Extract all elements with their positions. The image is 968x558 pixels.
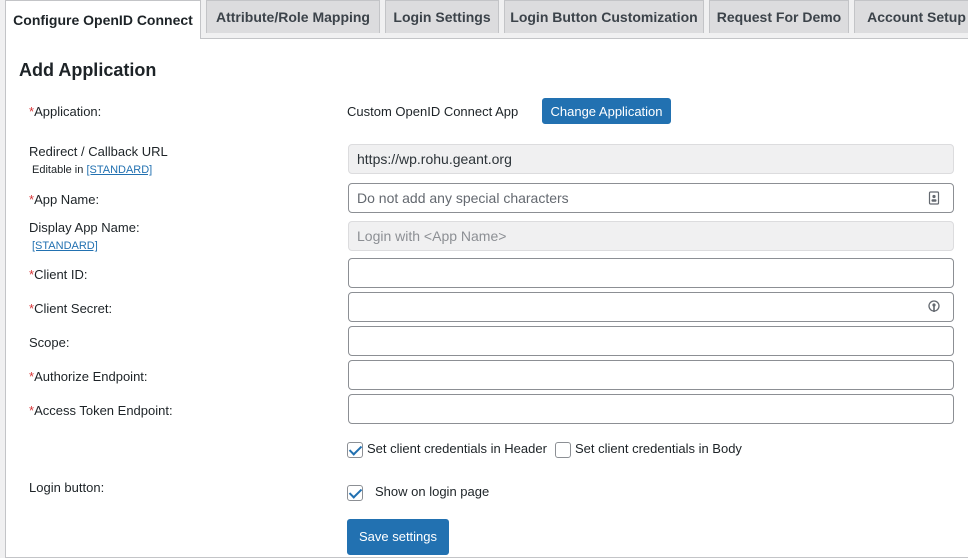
redirect-url-field: https://wp.rohu.geant.org — [348, 144, 954, 174]
credentials-body-checkbox[interactable] — [555, 442, 571, 458]
client-id-label: *Client ID: — [29, 267, 88, 282]
display-app-name-label: Display App Name: — [29, 220, 140, 235]
tab-configure-openid[interactable]: Configure OpenID Connect — [5, 0, 201, 39]
display-app-name-note: [STANDARD] — [32, 240, 98, 252]
client-id-input[interactable] — [348, 258, 954, 288]
change-application-button[interactable]: Change Application — [542, 98, 671, 124]
standard-link[interactable]: [STANDARD] — [32, 240, 98, 252]
tab-login-button-customization[interactable]: Login Button Customization — [504, 0, 704, 33]
access-token-endpoint-input[interactable] — [348, 394, 954, 424]
tab-bar: Configure OpenID Connect Attribute/Role … — [0, 0, 968, 39]
standard-link[interactable]: [STANDARD] — [86, 164, 152, 176]
redirect-editable-note: Editable in [STANDARD] — [32, 164, 153, 176]
credentials-body-label: Set client credentials in Body — [575, 441, 742, 456]
tab-account-setup[interactable]: Account Setup — [854, 0, 968, 33]
application-value: Custom OpenID Connect App — [347, 104, 519, 119]
tab-attribute-role-mapping[interactable]: Attribute/Role Mapping — [206, 0, 380, 33]
application-label: *Application: — [29, 104, 102, 119]
scope-input[interactable] — [348, 326, 954, 356]
app-name-label: *App Name: — [29, 192, 100, 207]
client-secret-input[interactable] — [348, 292, 954, 322]
contact-card-icon — [928, 191, 940, 205]
credentials-header-label: Set client credentials in Header — [367, 441, 547, 456]
access-token-endpoint-label: *Access Token Endpoint: — [29, 403, 173, 418]
credentials-header-checkbox[interactable] — [347, 442, 363, 458]
show-on-login-checkbox[interactable] — [347, 485, 363, 501]
scope-label: Scope: — [29, 335, 70, 350]
tab-request-for-demo[interactable]: Request For Demo — [709, 0, 849, 33]
authorize-endpoint-label: *Authorize Endpoint: — [29, 369, 148, 384]
app-name-input[interactable]: Do not add any special characters — [348, 183, 954, 213]
redirect-label: Redirect / Callback URL — [29, 144, 168, 159]
key-icon[interactable] — [927, 300, 941, 314]
client-secret-label: *Client Secret: — [29, 301, 113, 316]
authorize-endpoint-input[interactable] — [348, 360, 954, 390]
display-app-name-field: Login with <App Name> — [348, 221, 954, 251]
section-title: Add Application — [19, 60, 157, 80]
show-on-login-label: Show on login page — [375, 484, 490, 499]
login-button-label: Login button: — [29, 480, 105, 495]
save-settings-button[interactable]: Save settings — [347, 519, 449, 555]
tab-login-settings[interactable]: Login Settings — [385, 0, 499, 33]
